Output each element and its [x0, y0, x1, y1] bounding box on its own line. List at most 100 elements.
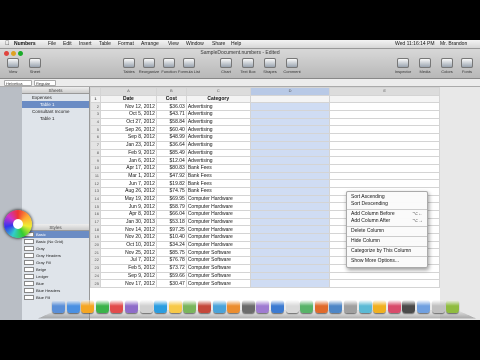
cost-cell[interactable]: $48.99	[155, 133, 187, 142]
dock-app-icon[interactable]	[52, 300, 65, 313]
column-header-b[interactable]: B	[155, 87, 187, 96]
row-number[interactable]: 19	[90, 233, 101, 242]
empty-cell[interactable]	[249, 240, 331, 250]
date-cell[interactable]: Sep 8, 2012	[99, 133, 157, 142]
cost-cell[interactable]: $76.78	[155, 256, 187, 265]
menu-item-hide-column[interactable]: Hide Column	[347, 238, 427, 245]
menu-item-sort-ascending[interactable]: Sort Ascending	[347, 194, 427, 201]
category-cell[interactable]: Computer Hardware	[185, 194, 251, 204]
empty-cell[interactable]	[249, 263, 331, 273]
cost-cell[interactable]: $43.71	[155, 110, 187, 119]
date-cell[interactable]: Jan 30, 2013	[99, 217, 157, 227]
inspector-button[interactable]: Inspector	[392, 58, 414, 76]
font-style-select[interactable]: Regular	[34, 80, 56, 86]
empty-cell[interactable]	[249, 279, 331, 288]
date-cell[interactable]: May 19, 2012	[99, 194, 157, 204]
colors-button[interactable]: Colors	[436, 58, 458, 76]
date-cell[interactable]: Feb 5, 2012	[99, 263, 157, 273]
dock-app-icon[interactable]	[271, 300, 284, 313]
column-header-e[interactable]: E	[329, 87, 440, 96]
empty-cell[interactable]	[329, 110, 440, 119]
empty-cell[interactable]	[249, 271, 331, 281]
table-style-item[interactable]: Gray Fill	[22, 259, 89, 266]
cost-cell[interactable]: $12.04	[155, 156, 187, 165]
cost-cell[interactable]: $58.79	[155, 202, 187, 211]
category-cell[interactable]: Computer Software	[185, 248, 251, 258]
category-cell[interactable]: Computer Hardware	[185, 217, 251, 227]
dock-app-icon[interactable]	[241, 300, 255, 313]
table-style-item[interactable]: Basic	[22, 231, 89, 238]
date-cell[interactable]: Aug 26, 2012	[99, 186, 157, 196]
chart-button[interactable]: Chart	[215, 58, 237, 76]
cost-cell[interactable]: $19.82	[155, 179, 187, 188]
empty-cell[interactable]	[329, 279, 440, 288]
dock-app-icon[interactable]	[183, 300, 197, 313]
row-number[interactable]: 10	[90, 163, 101, 173]
menu-share[interactable]: Share	[212, 40, 225, 49]
row-number[interactable]: 14	[90, 194, 101, 204]
empty-cell[interactable]	[249, 156, 331, 165]
dock-app-icon[interactable]	[95, 300, 109, 313]
category-cell[interactable]: Bank Fees	[185, 186, 251, 196]
formula-list-button[interactable]: Formula List	[178, 58, 200, 76]
function-button[interactable]: Function	[158, 58, 180, 76]
category-cell[interactable]: Computer Hardware	[185, 225, 251, 235]
cost-cell[interactable]: $66.04	[155, 210, 187, 219]
menu-file[interactable]: File	[48, 40, 56, 49]
apple-menu-icon[interactable]: 	[5, 40, 10, 49]
empty-cell[interactable]	[249, 171, 331, 181]
table-item[interactable]: Table 1	[22, 101, 89, 108]
date-cell[interactable]: Apr 8, 2012	[99, 210, 157, 219]
category-cell[interactable]: Advertising	[185, 140, 251, 150]
menu-item-show-more-options[interactable]: Show More Options...	[347, 258, 427, 265]
dock-app-icon[interactable]	[446, 300, 460, 313]
column-header-c[interactable]: C	[185, 87, 251, 96]
date-cell[interactable]: Jan 6, 2012	[99, 156, 157, 165]
row-number[interactable]: 18	[90, 225, 101, 235]
date-cell[interactable]: Nov 14, 2012	[99, 225, 157, 235]
category-cell[interactable]: Bank Fees	[185, 179, 251, 188]
empty-cell[interactable]	[329, 133, 440, 142]
empty-cell[interactable]	[249, 256, 331, 265]
font-family-select[interactable]: Helvetica Neue	[4, 80, 32, 91]
empty-cell[interactable]	[329, 271, 440, 281]
row-number[interactable]: 15	[90, 202, 101, 211]
sheet-canvas[interactable]: A B C D E 1 Date Cost Category 2 Nov 12, 2012 $36.0…	[90, 87, 440, 320]
table-style-item[interactable]: Gray Headers	[22, 252, 89, 259]
category-cell[interactable]: Advertising	[185, 110, 251, 119]
dock-app-icon[interactable]	[431, 300, 445, 313]
empty-cell[interactable]	[249, 210, 331, 219]
empty-cell[interactable]	[249, 102, 331, 112]
shapes-button[interactable]: Shapes	[259, 58, 281, 76]
row-number[interactable]: 23	[90, 263, 101, 273]
date-cell[interactable]: Sep 26, 2012	[99, 125, 157, 135]
menu-item-categorize-by-this-column[interactable]: Categorize by This Column	[347, 248, 427, 255]
row-number[interactable]: 6	[90, 133, 101, 142]
row-number[interactable]: 8	[90, 148, 101, 158]
category-cell[interactable]: Advertising	[185, 125, 251, 135]
cost-cell[interactable]: $47.92	[155, 171, 187, 181]
empty-cell[interactable]	[249, 194, 331, 204]
empty-cell[interactable]	[329, 140, 440, 150]
row-number[interactable]: 3	[90, 110, 101, 119]
row-number[interactable]: 7	[90, 140, 101, 150]
empty-cell[interactable]	[329, 179, 440, 188]
row-number[interactable]: 13	[90, 186, 101, 196]
dock-app-icon[interactable]	[329, 300, 343, 313]
fonts-button[interactable]: Fonts	[456, 58, 478, 76]
cost-cell[interactable]: $74.75	[155, 186, 187, 196]
category-cell[interactable]: Advertising	[185, 117, 251, 127]
dock-app-icon[interactable]	[139, 300, 153, 313]
table-style-item[interactable]: Beige	[22, 266, 89, 273]
dock-app-icon[interactable]	[81, 300, 95, 313]
dock-app-icon[interactable]	[358, 300, 372, 313]
row-number[interactable]: 22	[90, 256, 101, 265]
sheet-item[interactable]: Expenses	[22, 94, 89, 101]
color-wheel-icon[interactable]	[4, 210, 32, 238]
dock-app-icon[interactable]	[168, 300, 182, 313]
empty-cell[interactable]	[249, 110, 331, 119]
empty-cell[interactable]	[249, 217, 331, 227]
category-cell[interactable]: Computer Hardware	[185, 233, 251, 242]
empty-cell[interactable]	[249, 186, 331, 196]
empty-cell[interactable]	[249, 117, 331, 127]
